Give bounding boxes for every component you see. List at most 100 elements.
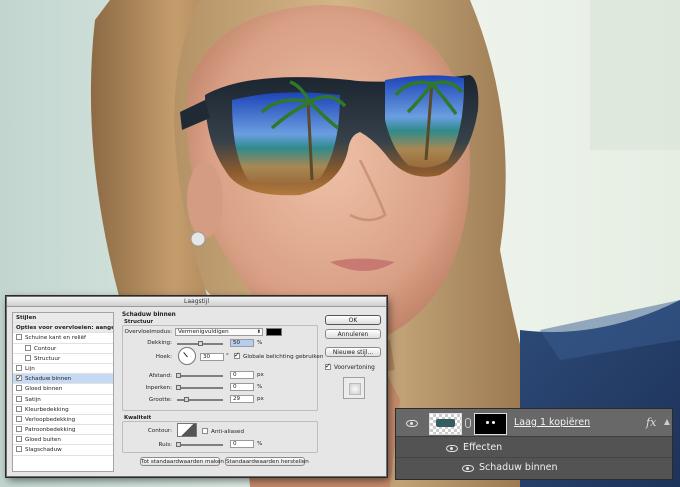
- style-item[interactable]: Opties voor overvloeien: aangepast: [13, 323, 113, 334]
- style-item[interactable]: Gloed buiten: [13, 435, 113, 446]
- style-item-label: Slagschaduw: [25, 447, 62, 454]
- choke-label: Inperken:: [145, 385, 172, 391]
- opacity-input[interactable]: 50: [230, 339, 254, 347]
- style-item-label: Gloed buiten: [25, 437, 61, 444]
- preview-checkbox[interactable]: Voorvertoning: [325, 362, 375, 371]
- distance-input[interactable]: 0: [230, 371, 254, 379]
- style-checkbox[interactable]: [16, 364, 22, 371]
- style-item[interactable]: Kleurbedekking: [13, 405, 113, 415]
- style-checkbox[interactable]: [16, 374, 22, 383]
- style-item[interactable]: Structuur: [13, 354, 113, 364]
- contour-picker[interactable]: [177, 423, 197, 437]
- reset-default-button[interactable]: Standaardwaarden herstellen: [225, 457, 309, 466]
- style-item-label: Opties voor overvloeien: aangepast: [16, 325, 113, 332]
- style-checkbox[interactable]: [16, 385, 22, 392]
- noise-slider-thumb[interactable]: [176, 442, 181, 447]
- global-light-check[interactable]: [234, 351, 240, 359]
- effects-row[interactable]: Effecten: [396, 440, 672, 458]
- distance-unit: px: [257, 372, 264, 378]
- blend-mode-value: Vermenigvuldigen: [178, 329, 229, 335]
- shadow-color-swatch[interactable]: [266, 328, 282, 336]
- eye-icon[interactable]: [462, 465, 474, 472]
- angle-label: Hoek:: [155, 354, 172, 360]
- layer-row[interactable]: Laag 1 kopiëren fx: [396, 409, 672, 437]
- style-item[interactable]: Gloed binnen: [13, 384, 113, 395]
- styles-list: Stijlen Opties voor overvloeien: aangepas…: [12, 312, 114, 472]
- style-item[interactable]: Satijn: [13, 395, 113, 405]
- global-light-label: Globale belichting gebruiken: [243, 354, 324, 360]
- chevron-updown-icon: ⬍: [256, 329, 261, 335]
- choke-slider[interactable]: [176, 385, 223, 390]
- angle-dial[interactable]: [178, 347, 196, 365]
- distance-label: Afstand:: [148, 373, 172, 379]
- cancel-button[interactable]: Annuleren: [325, 329, 381, 339]
- global-light-checkbox[interactable]: Globale belichting gebruiken: [234, 351, 324, 360]
- layer-mask-thumbnail[interactable]: [474, 413, 507, 435]
- style-item-label: Contour: [34, 345, 57, 352]
- effect-item-row[interactable]: Schaduw binnen: [396, 460, 672, 478]
- fx-icon[interactable]: fx: [646, 416, 656, 429]
- style-item[interactable]: Verloopbedekking: [13, 415, 113, 426]
- opacity-slider[interactable]: [177, 341, 223, 346]
- eye-icon[interactable]: [446, 445, 458, 452]
- eye-icon[interactable]: [406, 420, 418, 427]
- anti-alias-check[interactable]: [202, 428, 208, 434]
- style-checkbox[interactable]: [16, 405, 22, 412]
- style-item-label: Satijn: [25, 396, 41, 403]
- preview-check[interactable]: [325, 362, 331, 370]
- section-title: Schaduw binnen: [122, 312, 176, 318]
- anti-alias-checkbox[interactable]: Anti-aliased: [202, 428, 244, 435]
- size-label: Grootte:: [148, 397, 172, 403]
- noise-input[interactable]: 0: [230, 440, 254, 448]
- choke-slider-thumb[interactable]: [176, 385, 181, 390]
- style-item[interactable]: Contour: [13, 344, 113, 354]
- layer-thumbnail[interactable]: [429, 413, 462, 435]
- link-icon[interactable]: [465, 418, 471, 428]
- style-item[interactable]: Slagschaduw: [13, 445, 113, 456]
- style-checkbox[interactable]: [16, 415, 22, 422]
- layers-panel: Laag 1 kopiëren fx Effecten Schaduw binn…: [395, 408, 673, 480]
- blend-mode-select[interactable]: Vermenigvuldigen ⬍: [175, 328, 263, 336]
- noise-slider[interactable]: [176, 442, 223, 447]
- style-item-label: Stijlen: [16, 315, 37, 321]
- style-item-label: Schaduw binnen: [25, 376, 72, 383]
- make-default-button[interactable]: Tot standaardwaarden maken: [140, 457, 224, 466]
- style-checkbox[interactable]: [16, 395, 22, 402]
- style-item-label: Verloopbedekking: [25, 416, 76, 423]
- effects-label: Effecten: [463, 442, 503, 453]
- style-item-label: Structuur: [34, 355, 61, 362]
- style-item-label: Schuine kant en reliëf: [25, 335, 87, 342]
- inner-shadow-panel: Schaduw binnen Structuur Overvloeimodus:…: [120, 311, 324, 471]
- style-item[interactable]: Schuine kant en reliëf: [13, 333, 113, 344]
- choke-input[interactable]: 0: [230, 383, 254, 391]
- style-item[interactable]: Schaduw binnen: [13, 374, 113, 385]
- contour-label: Contour:: [147, 428, 172, 434]
- noise-unit: %: [257, 441, 263, 447]
- layer-name[interactable]: Laag 1 kopiëren: [514, 417, 590, 428]
- style-checkbox[interactable]: [16, 436, 22, 443]
- style-item[interactable]: Stijlen: [13, 313, 113, 324]
- triangle-up-icon[interactable]: [664, 419, 670, 425]
- style-checkbox[interactable]: [16, 334, 22, 341]
- opacity-slider-thumb[interactable]: [198, 341, 203, 346]
- angle-input[interactable]: 30: [200, 353, 224, 361]
- size-slider-thumb[interactable]: [184, 397, 189, 402]
- blend-mode-label: Overvloeimodus:: [124, 329, 172, 335]
- style-item[interactable]: Lijn: [13, 364, 113, 375]
- style-item[interactable]: Patroonbedekking: [13, 425, 113, 436]
- style-checkbox[interactable]: [16, 426, 22, 433]
- size-slider[interactable]: [177, 397, 223, 402]
- distance-slider[interactable]: [176, 373, 223, 378]
- angle-unit: °: [226, 353, 229, 359]
- style-checkbox[interactable]: [25, 344, 31, 351]
- size-input[interactable]: 29: [230, 395, 254, 403]
- distance-slider-thumb[interactable]: [176, 373, 181, 378]
- new-style-button[interactable]: Nieuwe stijl...: [325, 347, 381, 357]
- opacity-unit: %: [257, 340, 263, 346]
- style-checkbox[interactable]: [16, 446, 22, 453]
- noise-label: Ruis:: [158, 442, 172, 448]
- style-item-label: Patroonbedekking: [25, 427, 76, 434]
- style-checkbox[interactable]: [25, 354, 31, 361]
- ok-button[interactable]: OK: [325, 315, 381, 325]
- choke-unit: %: [257, 384, 263, 390]
